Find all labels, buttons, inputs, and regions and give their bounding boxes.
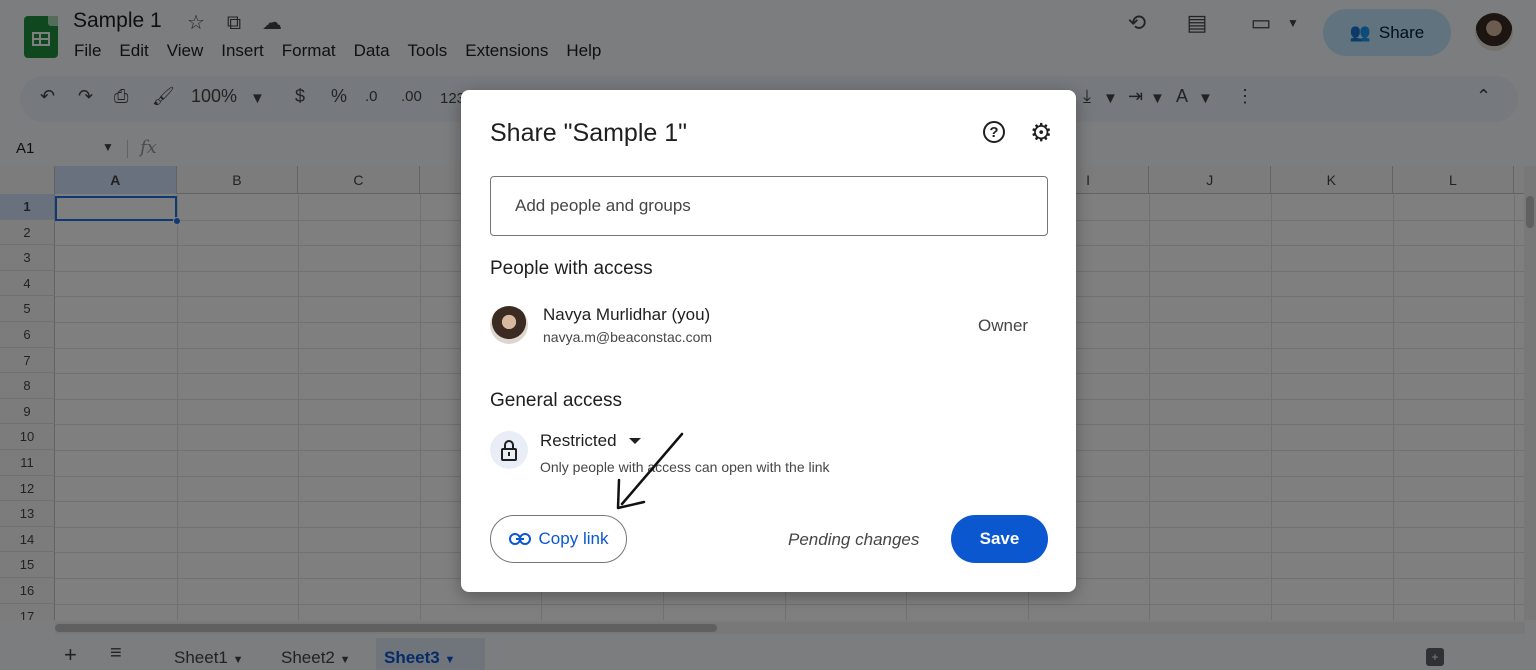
person-name: Navya Murlidhar (you) bbox=[543, 305, 711, 324]
help-icon[interactable]: ? bbox=[983, 121, 1005, 143]
general-access-heading: General access bbox=[490, 390, 623, 411]
annotation-arrow-icon bbox=[616, 432, 684, 510]
share-dialog: Share "Sample 1" ? ⚙ People with access … bbox=[461, 90, 1076, 592]
link-icon bbox=[508, 533, 531, 545]
person-email: navya.m@beaconstac.com bbox=[543, 329, 713, 345]
dialog-title: Share "Sample 1" bbox=[490, 119, 688, 147]
copy-link-label: Copy link bbox=[538, 529, 609, 548]
people-with-access-heading: People with access bbox=[490, 258, 653, 279]
copy-link-button[interactable]: Copy link bbox=[490, 515, 627, 563]
person-avatar bbox=[490, 306, 528, 344]
settings-gear-icon[interactable]: ⚙ bbox=[1030, 118, 1052, 148]
pending-changes-text: Pending changes bbox=[788, 530, 920, 549]
lock-icon bbox=[490, 431, 528, 469]
add-people-input[interactable] bbox=[490, 176, 1048, 236]
save-button[interactable]: Save bbox=[951, 515, 1048, 563]
sheets-window: Sample 1 ☆ ⧉ ☁ File Edit View Insert For… bbox=[0, 0, 1536, 670]
person-role: Owner bbox=[978, 316, 1029, 335]
